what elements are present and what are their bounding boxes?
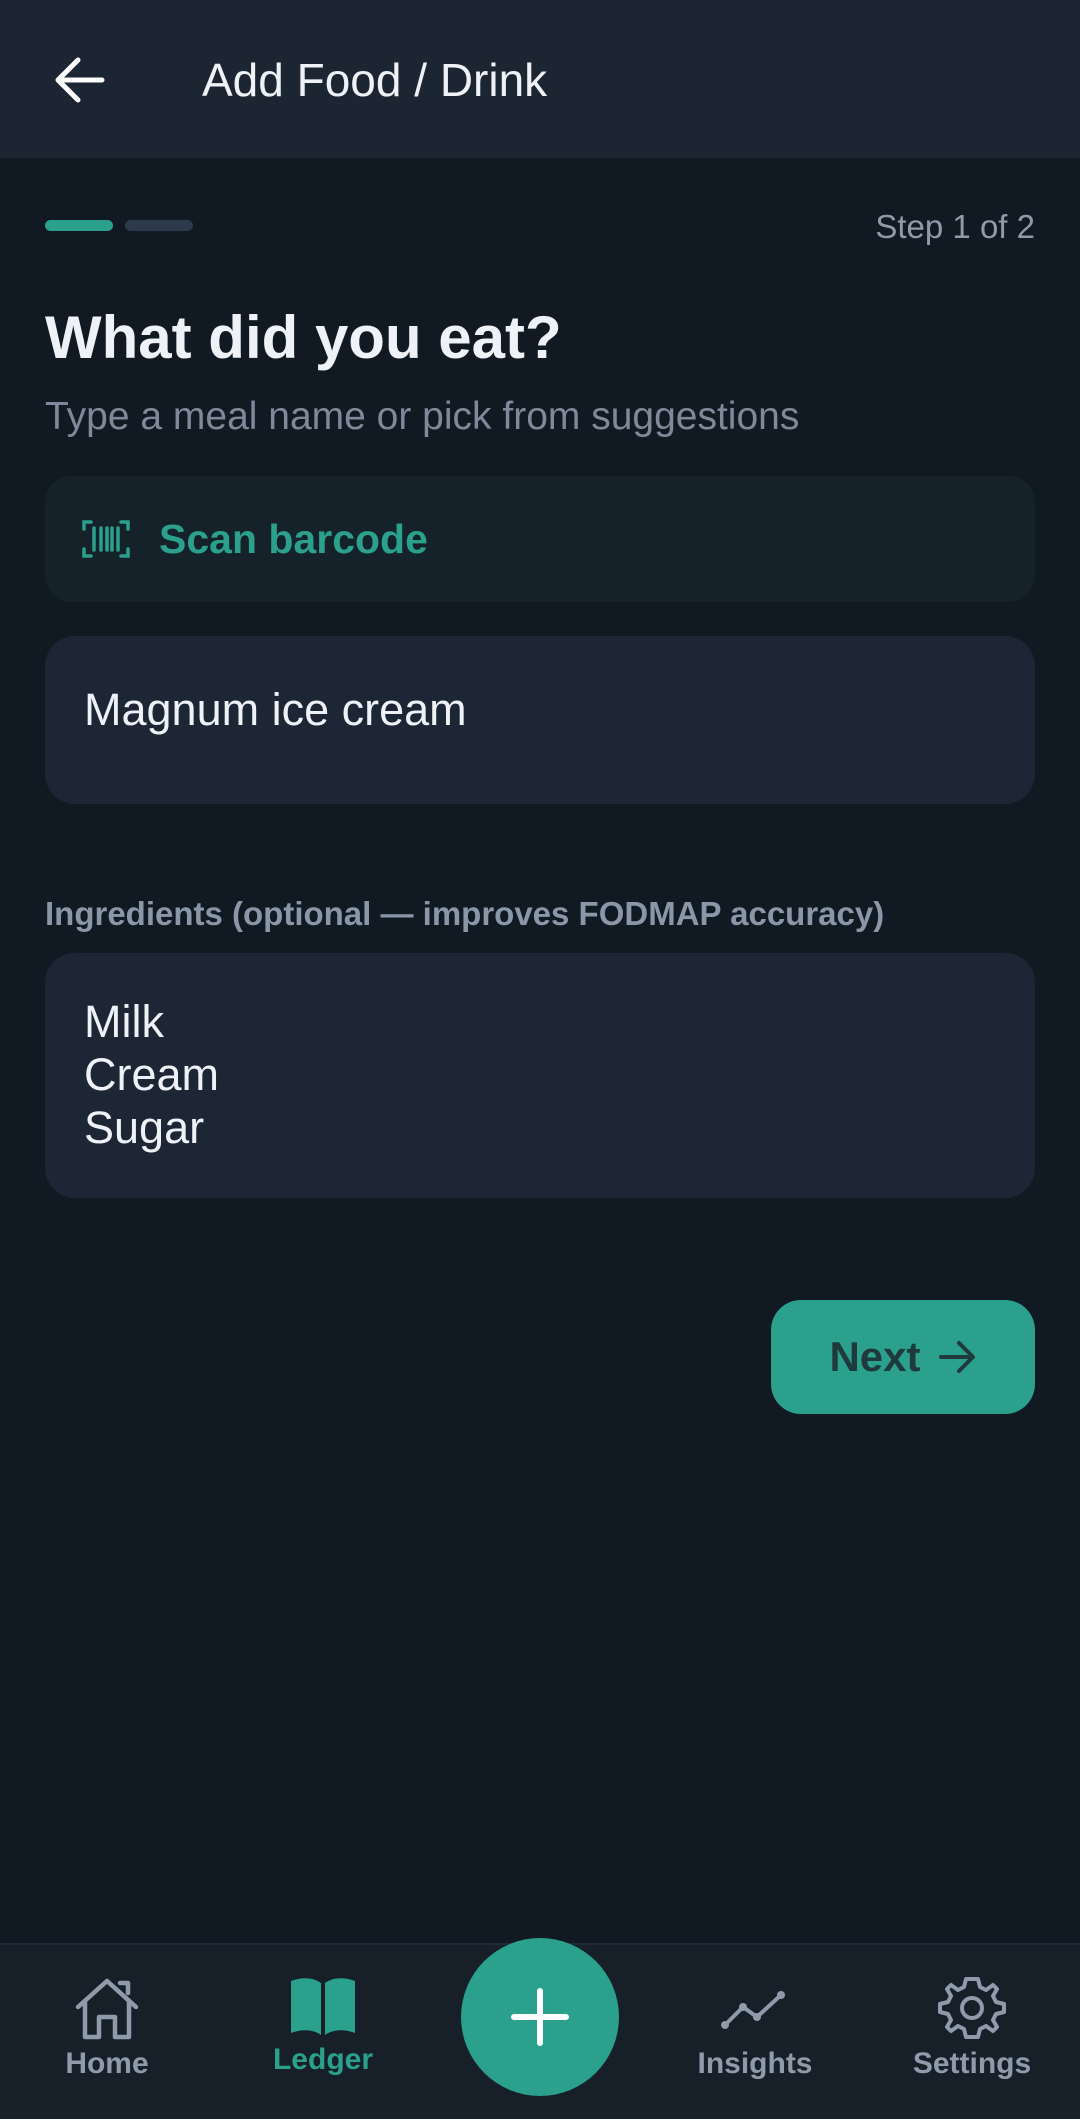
- scan-barcode-button[interactable]: Scan barcode: [45, 476, 1035, 602]
- nav-label-home: Home: [65, 2047, 149, 2080]
- line-chart-icon: [721, 1991, 785, 2029]
- meal-name-input[interactable]: Magnum ice cream: [45, 636, 1035, 804]
- app-bar: Add Food / Drink: [0, 0, 1080, 158]
- nav-item-settings[interactable]: Settings: [872, 1975, 1072, 2105]
- progress-segment-2: [125, 220, 193, 231]
- gear-icon: [938, 1977, 1006, 2039]
- arrow-right-icon: [938, 1341, 975, 1373]
- next-button[interactable]: Next: [771, 1300, 1035, 1414]
- progress-segment-1: [45, 220, 113, 231]
- scan-barcode-label: Scan barcode: [159, 515, 428, 562]
- nav-item-home[interactable]: Home: [7, 1975, 207, 2105]
- nav-label-ledger: Ledger: [272, 2043, 374, 2076]
- ingredient-line: Sugar: [84, 1102, 205, 1153]
- step-counter: Step 1 of 2: [875, 208, 1035, 245]
- nav-item-ledger[interactable]: Ledger: [223, 1975, 423, 2105]
- next-button-label: Next: [829, 1333, 921, 1380]
- book-icon: [291, 1978, 355, 2035]
- plus-icon: [511, 1988, 569, 2046]
- arrow-left-icon: [55, 57, 105, 103]
- nav-label-insights: Insights: [697, 2047, 813, 2080]
- home-icon: [75, 1978, 139, 2040]
- ingredient-line: Milk: [84, 996, 164, 1047]
- add-entry-button[interactable]: [461, 1938, 619, 2096]
- back-button[interactable]: [40, 40, 120, 120]
- page-title: Add Food / Drink: [202, 54, 548, 106]
- question-heading: What did you eat?: [45, 304, 562, 371]
- nav-item-insights[interactable]: Insights: [655, 1975, 855, 2105]
- barcode-icon: [82, 520, 130, 558]
- ingredient-line: Cream: [84, 1049, 220, 1100]
- nav-label-settings: Settings: [912, 2047, 1032, 2080]
- ingredients-textarea[interactable]: Milk Cream Sugar: [45, 953, 1035, 1198]
- step-progress-indicator: [45, 220, 193, 231]
- question-subheading: Type a meal name or pick from suggestion…: [45, 395, 800, 438]
- ingredients-label: Ingredients (optional — improves FODMAP …: [45, 895, 885, 932]
